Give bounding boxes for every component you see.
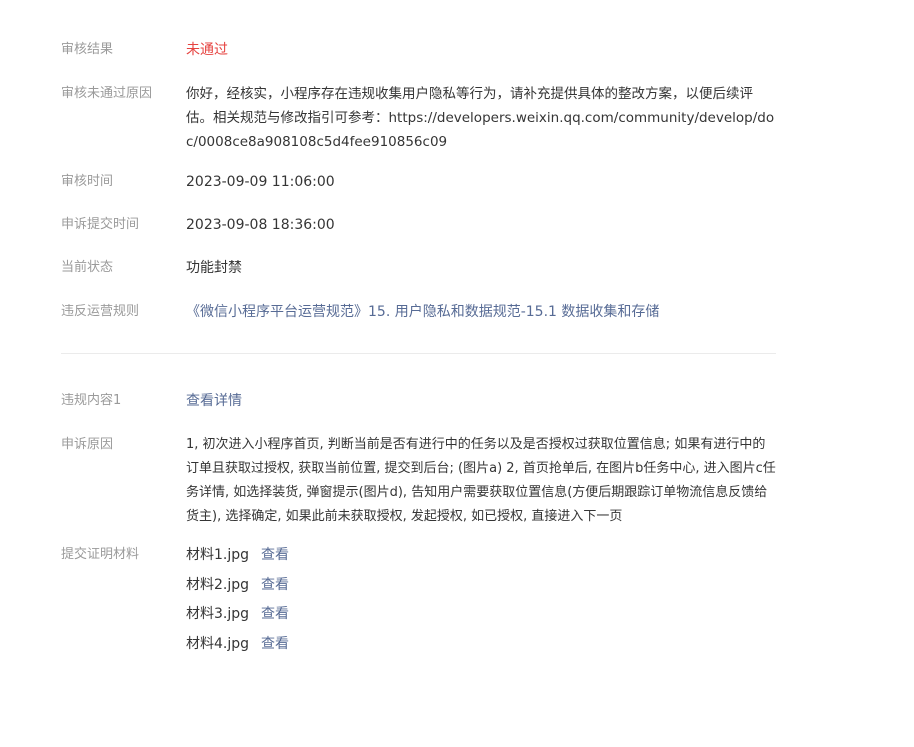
material-view-link[interactable]: 查看 (261, 577, 289, 593)
material-file-name: 材料3.jpg (186, 606, 250, 622)
review-reason-value: 你好，经核实，小程序存在违规收集用户隐私等行为，请补充提供具体的整改方案，以便后… (186, 86, 775, 150)
violation-content-label: 违规内容1 (61, 393, 122, 408)
material-file-name: 材料1.jpg (186, 547, 250, 563)
material-item: 材料2.jpg 查看 (186, 573, 776, 603)
appeal-reason-label: 申诉原因 (61, 437, 114, 452)
view-details-link[interactable]: 查看详情 (186, 389, 776, 413)
appeal-reason-value: 1, 初次进入小程序首页, 判断当前是否有进行中的任务以及是否授权过获取位置信息… (186, 437, 776, 524)
appeal-time-value: 2023-09-08 18:36:00 (186, 217, 335, 233)
violated-rule-link[interactable]: 《微信小程序平台运营规范》15. 用户隐私和数据规范-15.1 数据收集和存储 (186, 300, 776, 324)
section-divider (61, 353, 776, 354)
violated-rule-label: 违反运营规则 (61, 304, 140, 319)
review-result-label: 审核结果 (61, 42, 114, 57)
materials-list: 材料1.jpg 查看 材料2.jpg 查看 材料3.jpg 查看 材料4.jpg 查看 (186, 543, 776, 661)
current-status-value: 功能封禁 (186, 260, 242, 276)
material-view-link[interactable]: 查看 (261, 636, 289, 652)
review-reason-label: 审核未通过原因 (61, 86, 153, 101)
material-item: 材料1.jpg 查看 (186, 543, 776, 573)
current-status-label: 当前状态 (61, 260, 114, 275)
material-item: 材料4.jpg 查看 (186, 632, 776, 662)
material-file-name: 材料4.jpg (186, 635, 250, 652)
materials-label: 提交证明材料 (61, 547, 140, 562)
review-time-label: 审核时间 (61, 174, 114, 189)
material-view-link[interactable]: 查看 (261, 547, 289, 563)
material-view-link[interactable]: 查看 (261, 606, 289, 622)
review-time-value: 2023-09-09 11:06:00 (186, 174, 335, 190)
material-file-name: 材料2.jpg (186, 576, 250, 593)
appeal-time-label: 申诉提交时间 (61, 217, 140, 232)
material-item: 材料3.jpg 查看 (186, 602, 776, 632)
review-result-value: 未通过 (186, 42, 228, 58)
